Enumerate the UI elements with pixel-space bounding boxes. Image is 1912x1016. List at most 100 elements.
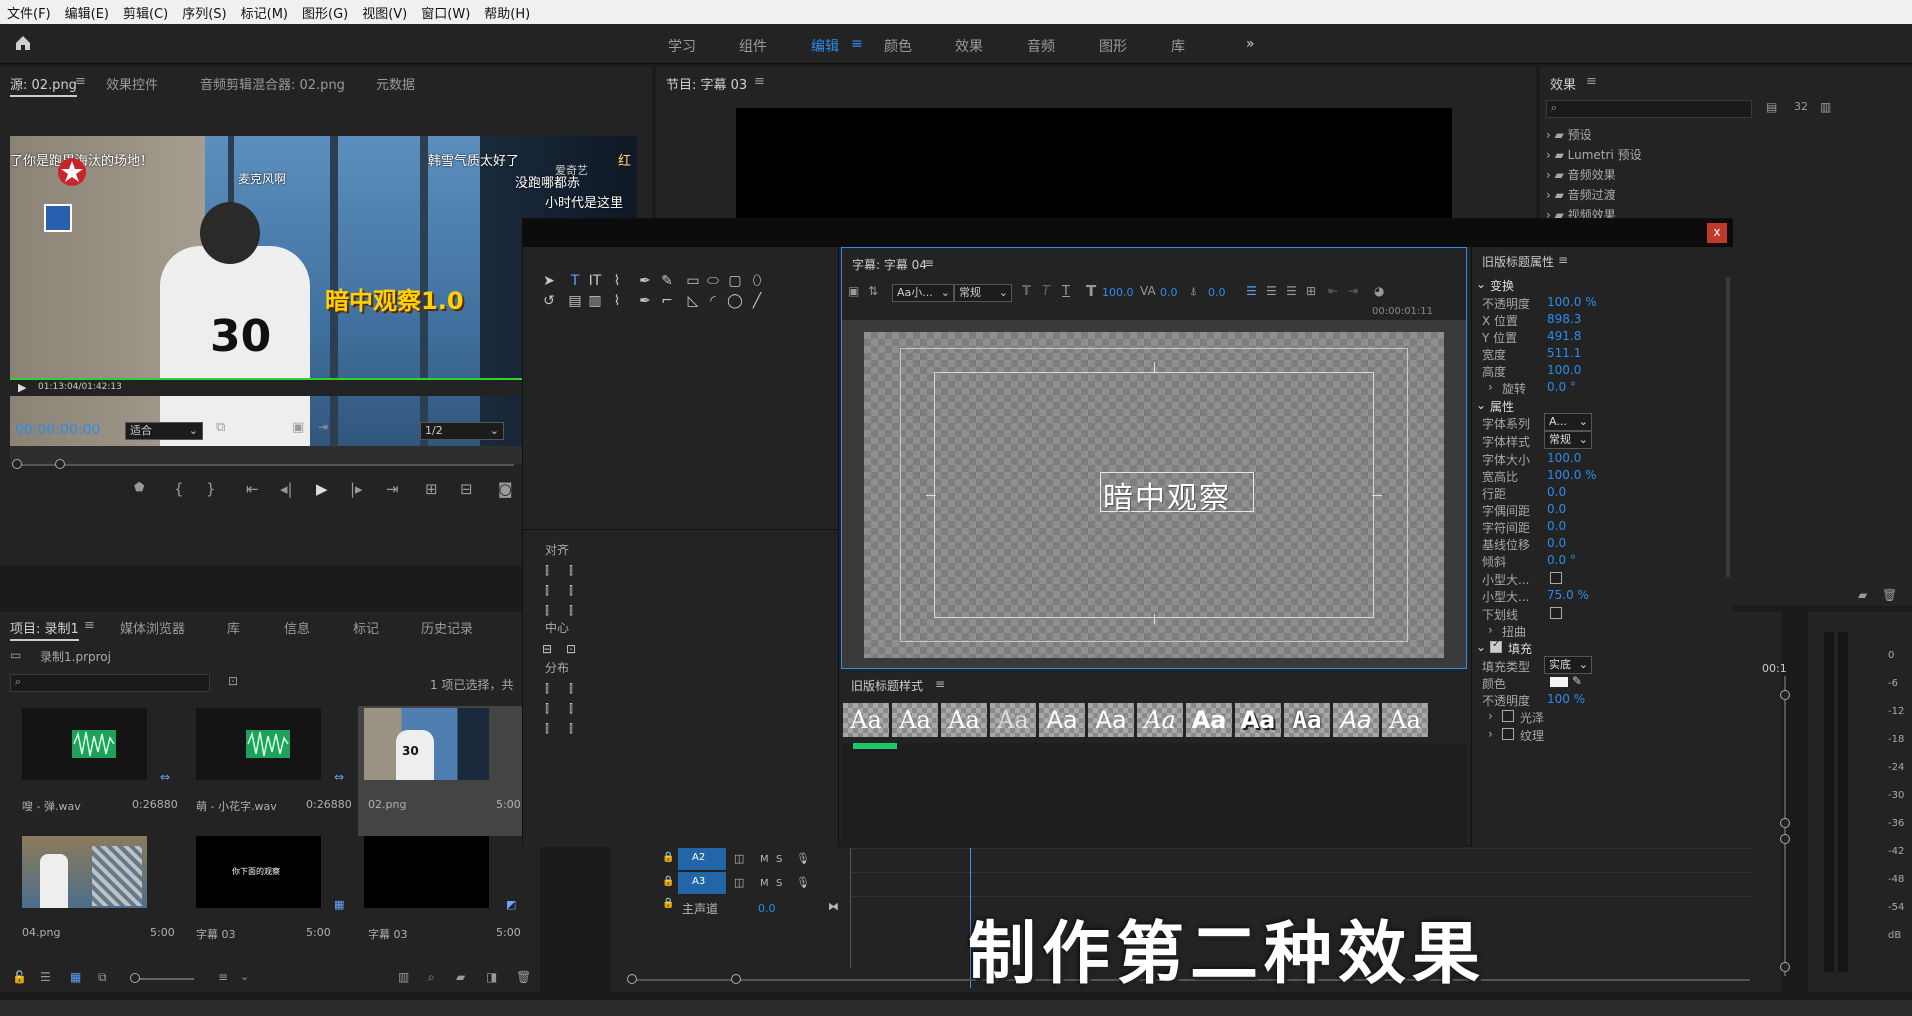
- show-video-icon[interactable]: ◕: [1374, 284, 1384, 298]
- section-toggle-icon[interactable]: ⌄: [1476, 640, 1486, 654]
- vertical-type-tool-icon[interactable]: IT: [585, 271, 605, 291]
- menu-edit[interactable]: 编辑(E): [58, 3, 116, 22]
- automate-icon[interactable]: ▥: [398, 970, 409, 984]
- style-swatch[interactable]: Aa: [1382, 703, 1428, 737]
- project-menu-icon[interactable]: ≡: [84, 618, 95, 633]
- step-forward-icon[interactable]: |▸: [350, 480, 363, 498]
- source-time-ruler[interactable]: [10, 446, 522, 464]
- style-swatch[interactable]: Aa: [1137, 703, 1183, 737]
- expand-icon[interactable]: ›: [1488, 727, 1493, 741]
- delete-anchor-tool-icon[interactable]: ✒: [635, 291, 655, 311]
- source-scroll-handle-right[interactable]: [55, 459, 65, 469]
- fill-color-swatch[interactable]: [1550, 677, 1568, 687]
- effects-search-input[interactable]: ⌕: [1546, 100, 1752, 118]
- insert-icon[interactable]: ⊞: [425, 480, 438, 498]
- prop-value[interactable]: 100.0 %: [1547, 468, 1597, 482]
- workspace-color[interactable]: 颜色: [884, 36, 912, 56]
- prop-value[interactable]: 0.0: [1547, 519, 1566, 533]
- expand-icon[interactable]: ›: [1488, 380, 1493, 394]
- style-swatch[interactable]: Aa: [1333, 703, 1379, 737]
- kerning-value[interactable]: 0.0: [1160, 286, 1178, 299]
- distort-section[interactable]: 扭曲: [1502, 623, 1526, 640]
- styles-tab[interactable]: 旧版标题样式: [851, 677, 923, 694]
- distribute-icon[interactable]: ⫿: [537, 679, 557, 699]
- workspace-editing[interactable]: 编辑: [811, 36, 839, 56]
- align-right-icon[interactable]: ⫿: [537, 601, 557, 621]
- section-toggle-icon[interactable]: ⌄: [1476, 398, 1486, 412]
- program-menu-icon[interactable]: ≡: [754, 74, 765, 89]
- mark-out-icon[interactable]: }: [206, 480, 216, 498]
- workspace-effects[interactable]: 效果: [955, 36, 983, 56]
- home-icon[interactable]: [14, 34, 32, 52]
- tab-program[interactable]: 节目: 字幕 03: [666, 74, 747, 93]
- style-swatch[interactable]: Aa: [1039, 703, 1085, 737]
- voiceover-record-icon[interactable]: ◫: [734, 876, 744, 889]
- ellipse-tool-icon[interactable]: ⬯: [747, 271, 767, 291]
- align-top-icon[interactable]: ⫿: [561, 561, 581, 581]
- align-left-icon[interactable]: ⫿: [537, 561, 557, 581]
- source-scroll-track[interactable]: [14, 464, 514, 466]
- prop-value[interactable]: 898.3: [1547, 312, 1581, 326]
- yuv-effects-icon[interactable]: ▥: [1820, 100, 1831, 114]
- underline-icon[interactable]: T: [1062, 284, 1070, 299]
- properties-menu-icon[interactable]: ≡: [1558, 253, 1568, 267]
- bold-icon[interactable]: T: [1022, 284, 1031, 299]
- arc-tool-icon[interactable]: ◜: [703, 291, 723, 311]
- find-icon[interactable]: ⌕: [428, 970, 435, 985]
- timeline-scroll-handle-left[interactable]: [627, 974, 637, 984]
- prop-value[interactable]: 0.0 °: [1547, 380, 1576, 394]
- solo-button[interactable]: S: [776, 854, 782, 865]
- export-frame-icon[interactable]: ◙: [498, 480, 513, 498]
- timeline-scroll-handle-right[interactable]: [731, 974, 741, 984]
- project-item[interactable]: 你下面的观察 ▦ 字幕 03 5:00: [186, 836, 356, 961]
- fill-checkbox[interactable]: ✓: [1490, 639, 1502, 653]
- rotate-tool-icon[interactable]: ↺: [539, 291, 559, 311]
- prop-value[interactable]: 100.0 %: [1547, 295, 1597, 309]
- sheen-checkbox[interactable]: [1502, 710, 1514, 722]
- list-view-icon[interactable]: ☰: [40, 970, 51, 984]
- menu-clip[interactable]: 剪辑(C): [116, 3, 175, 22]
- leading-value[interactable]: 0.0: [1208, 286, 1226, 299]
- fill-type-select[interactable]: 实底 ⌄: [1544, 656, 1592, 674]
- texture-section[interactable]: 纹理: [1520, 727, 1544, 744]
- new-search-bin-icon[interactable]: ⊡: [228, 674, 238, 688]
- new-bin-icon[interactable]: ▰: [1858, 588, 1867, 602]
- font-style-dropdown[interactable]: 常规 ⌄: [954, 284, 1012, 302]
- center-vertical-icon[interactable]: ⊡: [561, 639, 581, 659]
- project-item-selected[interactable]: 30 02.png 5:00: [358, 706, 524, 836]
- lock-icon[interactable]: 🔓: [12, 970, 27, 984]
- tab-metadata[interactable]: 元数据: [376, 74, 415, 93]
- convert-anchor-tool-icon[interactable]: ⌐: [657, 291, 677, 311]
- style-swatch[interactable]: Aa: [941, 703, 987, 737]
- align-bottom-icon[interactable]: ⫿: [561, 601, 581, 621]
- style-swatch[interactable]: Aa: [1088, 703, 1134, 737]
- add-anchor-tool-icon[interactable]: ✎: [657, 271, 677, 291]
- prop-value[interactable]: 491.8: [1547, 329, 1581, 343]
- title-designer-tab[interactable]: 字幕: 字幕 04: [852, 256, 927, 273]
- master-jump-icon[interactable]: ⧓: [828, 900, 839, 913]
- title-canvas[interactable]: 暗中观察: [864, 332, 1444, 658]
- align-center-text-icon[interactable]: ☰: [1266, 284, 1277, 298]
- wedge-tool-icon[interactable]: ◺: [683, 291, 703, 311]
- tab-libraries[interactable]: 库: [227, 618, 240, 637]
- new-bin-icon[interactable]: ▰: [456, 970, 465, 984]
- tree-item[interactable]: › ▰ 音频效果: [1546, 166, 1866, 186]
- tab-source[interactable]: 源: 02.png: [10, 74, 77, 97]
- prop-value[interactable]: 0.0: [1547, 485, 1566, 499]
- rectangle-tool-icon[interactable]: ▭: [683, 271, 703, 291]
- source-scroll-handle-left[interactable]: [12, 459, 22, 469]
- properties-tab[interactable]: 旧版标题属性: [1482, 253, 1554, 270]
- align-h-center-icon[interactable]: ⫿: [537, 581, 557, 601]
- menu-sequence[interactable]: 序列(S): [175, 3, 233, 22]
- vertical-area-type-tool-icon[interactable]: ▥: [585, 291, 605, 311]
- voiceover-record-icon[interactable]: ◫: [734, 852, 744, 865]
- tab-effect-controls[interactable]: 效果控件: [106, 74, 158, 93]
- style-swatch[interactable]: Aa: [1186, 703, 1232, 737]
- dialog-close-button[interactable]: x: [1707, 223, 1727, 243]
- settings-icon[interactable]: ⧉: [216, 420, 225, 435]
- expand-icon[interactable]: ›: [1488, 623, 1493, 637]
- workspace-menu-icon[interactable]: ≡: [851, 36, 863, 52]
- more-workspaces-icon[interactable]: »: [1246, 36, 1255, 52]
- style-swatch[interactable]: Aa: [843, 703, 889, 737]
- prop-value[interactable]: 75.0 %: [1547, 588, 1589, 602]
